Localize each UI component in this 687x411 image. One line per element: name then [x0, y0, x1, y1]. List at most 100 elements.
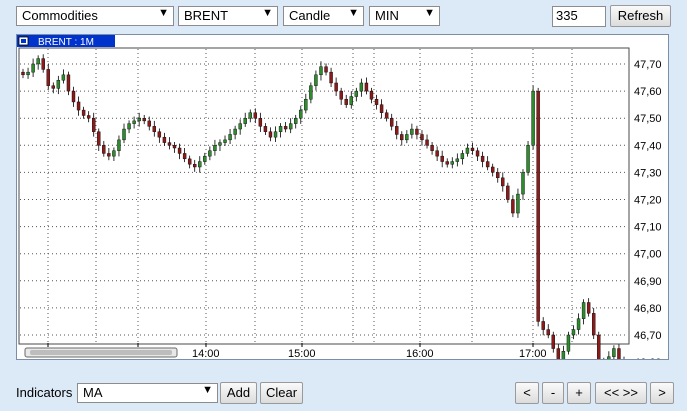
- candle-body: [122, 128, 126, 141]
- y-tick-label: 47,70: [634, 59, 662, 71]
- candle-body: [268, 131, 273, 138]
- indicators-label: Indicators: [16, 385, 73, 400]
- zoom-in-button[interactable]: +: [567, 382, 591, 404]
- candle-body: [374, 99, 379, 105]
- candle-body: [435, 150, 439, 157]
- candle-body: [384, 112, 389, 119]
- candle-body: [395, 126, 399, 135]
- candle-body: [81, 109, 86, 116]
- candle-body: [162, 136, 167, 143]
- candle-body: [304, 99, 308, 111]
- chart-type-select[interactable]: Candle ▼: [283, 6, 364, 26]
- candle-body: [541, 321, 545, 330]
- y-tick-label: 47,40: [634, 140, 662, 152]
- category-select[interactable]: Commodities ▼: [16, 6, 174, 26]
- candle-body: [425, 139, 429, 146]
- x-tick-label: 15:00: [288, 348, 316, 359]
- chevron-down-icon: ▼: [348, 7, 359, 19]
- candle-body: [591, 313, 596, 336]
- candle-body: [147, 120, 151, 127]
- chart-scrollbar-thumb[interactable]: [30, 350, 172, 355]
- candle-body: [586, 302, 591, 314]
- candle-body: [450, 161, 454, 165]
- candle-body: [349, 96, 353, 105]
- candle-body: [496, 172, 500, 179]
- chevron-down-icon: ▼: [158, 7, 169, 19]
- candle-body: [556, 348, 561, 359]
- candle-body: [516, 193, 520, 214]
- scroll-left-button[interactable]: <: [515, 382, 539, 404]
- zoom-out-button[interactable]: -: [542, 382, 564, 404]
- y-tick-label: 46,80: [634, 303, 662, 315]
- candle-body: [440, 155, 444, 162]
- candle-body: [445, 161, 449, 165]
- candle-body: [617, 348, 621, 359]
- candle-body: [102, 145, 106, 154]
- candle-body: [339, 90, 343, 100]
- candle-body: [566, 334, 571, 352]
- candle-body: [410, 128, 414, 135]
- candle-body: [324, 66, 328, 73]
- candle-body: [536, 90, 540, 322]
- candle-body: [86, 115, 91, 119]
- candle-body: [511, 199, 515, 214]
- clear-indicators-button[interactable]: Clear: [260, 382, 303, 404]
- bar-count-input[interactable]: 335: [552, 6, 606, 27]
- candle-body: [319, 66, 323, 76]
- candle-body: [612, 348, 616, 357]
- candle-body: [576, 318, 581, 330]
- candle-body: [314, 74, 318, 86]
- candle-body: [430, 145, 434, 151]
- candle-body: [213, 145, 217, 151]
- candle-body: [26, 71, 30, 76]
- candle-body: [299, 109, 303, 119]
- symbol-select[interactable]: BRENT ▼: [178, 6, 278, 26]
- add-indicator-button[interactable]: Add: [220, 382, 257, 404]
- y-tick-label: 46,60: [634, 357, 662, 359]
- candle-body: [223, 139, 227, 143]
- interval-select-value: MIN: [375, 8, 399, 23]
- candle-body: [253, 112, 258, 119]
- candle-body: [460, 153, 465, 160]
- candle-body: [551, 334, 555, 349]
- candle-body: [278, 126, 283, 132]
- candle-body: [61, 74, 66, 81]
- candle-body: [369, 90, 374, 100]
- candle-body: [21, 71, 25, 76]
- candle-body: [157, 131, 162, 138]
- candle-body: [248, 112, 252, 119]
- interval-select[interactable]: MIN ▼: [369, 6, 440, 26]
- candle-body: [480, 155, 485, 162]
- scroll-right-button[interactable]: >: [650, 382, 674, 404]
- chart-type-select-value: Candle: [289, 8, 331, 23]
- candle-body: [127, 123, 131, 130]
- candle-body: [182, 153, 187, 160]
- candle-body: [187, 158, 192, 165]
- indicator-select[interactable]: MA ▼: [77, 383, 218, 403]
- candle-body: [455, 158, 460, 162]
- reset-view-button[interactable]: << >>: [595, 382, 647, 404]
- candle-body: [597, 334, 601, 359]
- symbol-select-value: BRENT: [184, 8, 229, 23]
- candle-body: [167, 142, 172, 146]
- candle-body: [258, 117, 263, 127]
- candle-body: [76, 101, 81, 111]
- candle-body: [415, 128, 419, 135]
- category-select-value: Commodities: [22, 8, 98, 23]
- y-tick-label: 47,60: [634, 86, 662, 98]
- refresh-button[interactable]: Refresh: [610, 5, 671, 27]
- candle-body: [46, 69, 50, 86]
- y-tick-label: 47,30: [634, 167, 662, 179]
- candle-body: [329, 71, 333, 84]
- chevron-down-icon: ▼: [262, 7, 273, 19]
- candle-body: [571, 329, 576, 336]
- x-tick-label: 14:00: [192, 348, 220, 359]
- candle-body: [501, 177, 505, 187]
- candle-body: [71, 90, 76, 103]
- candlestick-chart[interactable]: BRENT : 1M 47,70 47,60 47,50 47,40 47,30 47,2…: [17, 35, 668, 359]
- chevron-down-icon: ▼: [424, 7, 435, 19]
- candle-body: [51, 85, 56, 89]
- candle-body: [273, 131, 278, 138]
- y-tick-label: 47,00: [634, 249, 662, 261]
- candle-body: [294, 117, 298, 124]
